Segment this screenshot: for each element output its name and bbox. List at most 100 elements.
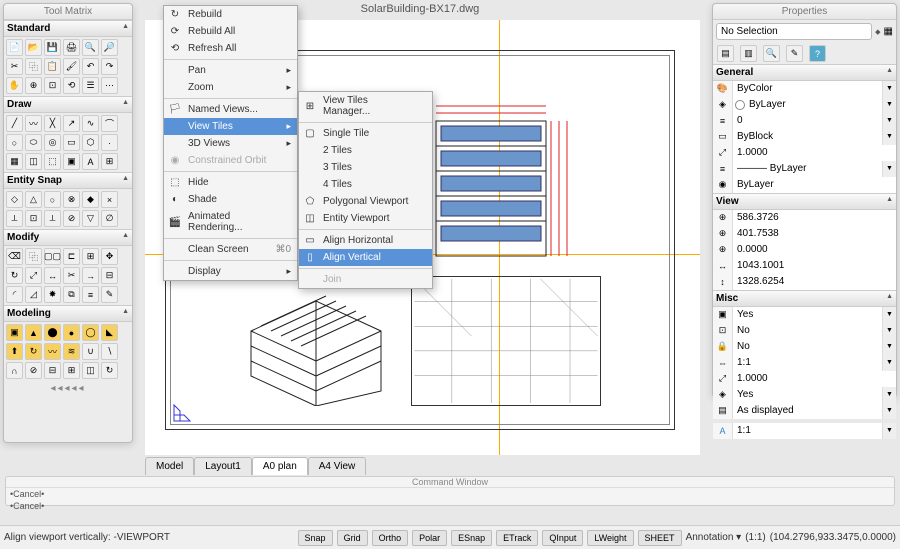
chamfer-icon[interactable]: ◿ [25, 286, 42, 303]
pan-icon[interactable]: ✋ [6, 77, 23, 94]
prop-btn-3[interactable]: 🔍 [763, 45, 780, 62]
block-icon[interactable]: ▣ [63, 153, 80, 170]
snap-end-icon[interactable]: ◇ [6, 191, 23, 208]
prop-level[interactable]: 0 [733, 113, 882, 129]
pline-icon[interactable]: 〰 [25, 115, 42, 132]
prop-btn-4[interactable]: ✎ [786, 45, 803, 62]
chevron-down-icon[interactable]: ▼ [882, 129, 896, 145]
edit-icon[interactable]: ✎ [101, 286, 118, 303]
prop-v2[interactable]: 401.7538 [733, 226, 896, 242]
prop-layer[interactable]: ByLayer [733, 97, 882, 113]
snap-none-icon[interactable]: ∅ [101, 210, 118, 227]
menu-pan[interactable]: Pan▸ [164, 62, 297, 79]
menu-single-tile[interactable]: ▢Single Tile [299, 125, 432, 142]
chevron-down-icon[interactable]: ▼ [882, 323, 896, 339]
paste-icon[interactable]: 📋 [44, 58, 61, 75]
point-icon[interactable]: · [101, 134, 118, 151]
trim-icon[interactable]: ✂ [63, 267, 80, 284]
save-icon[interactable]: 💾 [44, 39, 61, 56]
menu-poly-viewport[interactable]: ⬠Polygonal Viewport [299, 193, 432, 210]
selection-combo[interactable]: No Selection [716, 23, 872, 40]
subtract-icon[interactable]: ∖ [101, 343, 118, 360]
menu-3d-views[interactable]: 3D Views▸ [164, 135, 297, 152]
spline-icon[interactable]: ∿ [82, 115, 99, 132]
prop-pstyle[interactable]: ByLayer [733, 177, 896, 193]
section-standard[interactable]: Standard▲ [4, 20, 132, 37]
sb-snap[interactable]: Snap [298, 530, 333, 546]
prop-v4[interactable]: 1043.1001 [733, 258, 896, 274]
prop-color[interactable]: ByColor [733, 81, 882, 97]
wedge-icon[interactable]: ◣ [101, 324, 118, 341]
prop-btn-2[interactable]: ▥ [740, 45, 757, 62]
rotate-icon[interactable]: ↻ [6, 267, 23, 284]
section-draw[interactable]: Draw▲ [4, 96, 132, 113]
menu-4-tiles[interactable]: 4 Tiles [299, 176, 432, 193]
zoom-prev-icon[interactable]: ⟲ [63, 77, 80, 94]
table-icon[interactable]: ⊞ [101, 153, 118, 170]
torus-icon[interactable]: ◯ [82, 324, 99, 341]
menu-clean-screen[interactable]: Clean Screen⌘0 [164, 241, 297, 258]
menu-display[interactable]: Display▸ [164, 263, 297, 280]
sb-ortho[interactable]: Ortho [372, 530, 409, 546]
find-icon[interactable]: 🔎 [101, 39, 118, 56]
menu-hide[interactable]: ⬚Hide [164, 174, 297, 191]
prop-m8[interactable]: 1:1 [733, 423, 882, 439]
command-window[interactable]: Command Window •Cancel• •Cancel• [5, 476, 895, 506]
zoom-ext-icon[interactable]: ⊕ [25, 77, 42, 94]
menu-anim-render[interactable]: 🎬Animated Rendering... [164, 208, 297, 236]
menu-2-tiles[interactable]: 2 Tiles [299, 142, 432, 159]
sb-grid[interactable]: Grid [337, 530, 368, 546]
tab-a4-view[interactable]: A4 View [308, 457, 367, 475]
extrude-icon[interactable]: ⬆ [6, 343, 23, 360]
section-modeling[interactable]: Modeling▲ [4, 305, 132, 322]
rect-icon[interactable]: ▭ [63, 134, 80, 151]
sb-sheet[interactable]: SHEET [638, 530, 682, 546]
fillet-icon[interactable]: ◜ [6, 286, 23, 303]
xline-icon[interactable]: ╳ [44, 115, 61, 132]
prop-m7[interactable]: As displayed [733, 403, 882, 419]
boundary-icon[interactable]: ⬚ [44, 153, 61, 170]
snap-tan-icon[interactable]: ⊘ [63, 210, 80, 227]
text-icon[interactable]: A [82, 153, 99, 170]
menu-zoom[interactable]: Zoom▸ [164, 79, 297, 96]
snap-quad-icon[interactable]: ◆ [82, 191, 99, 208]
chevron-down-icon[interactable]: ▼ [882, 113, 896, 129]
chevron-down-icon[interactable]: ▼ [882, 355, 896, 371]
prop-v5[interactable]: 1328.6254 [733, 274, 896, 290]
chevron-down-icon[interactable]: ▼ [882, 81, 896, 97]
copy2-icon[interactable]: ⿻ [25, 248, 42, 265]
chevron-down-icon[interactable]: ▼ [882, 97, 896, 113]
chevron-down-icon[interactable]: ▼ [882, 403, 896, 419]
prop-m6[interactable]: Yes [733, 387, 882, 403]
revolve-icon[interactable]: ↻ [25, 343, 42, 360]
section-icon[interactable]: ⊟ [44, 362, 61, 379]
props-icon[interactable]: ☰ [82, 77, 99, 94]
cyl-icon[interactable]: ⬤ [44, 324, 61, 341]
sb-etrack[interactable]: ETrack [496, 530, 538, 546]
box-icon[interactable]: ▣ [6, 324, 23, 341]
chevron-down-icon[interactable]: ▼ [882, 161, 896, 177]
circle-icon[interactable]: ○ [6, 134, 23, 151]
sb-esnap[interactable]: ESnap [451, 530, 492, 546]
align-icon[interactable]: ≡ [82, 286, 99, 303]
tab-layout1[interactable]: Layout1 [194, 457, 252, 475]
snap-ext-icon[interactable]: ⟂ [6, 210, 23, 227]
prop-v1[interactable]: 586.3726 [733, 210, 896, 226]
intersect-icon[interactable]: ∩ [6, 362, 23, 379]
chevron-down-icon[interactable]: ▼ [882, 387, 896, 403]
help-icon[interactable]: ? [809, 45, 826, 62]
menu-3-tiles[interactable]: 3 Tiles [299, 159, 432, 176]
cone-icon[interactable]: ▲ [25, 324, 42, 341]
explode-icon[interactable]: ✸ [44, 286, 61, 303]
snap-near-icon[interactable]: ▽ [82, 210, 99, 227]
more-icon[interactable]: ⋯ [101, 77, 118, 94]
orbit-icon[interactable]: ↻ [101, 362, 118, 379]
ray-icon[interactable]: ↗ [63, 115, 80, 132]
open-icon[interactable]: 📂 [25, 39, 42, 56]
menu-view-tiles[interactable]: View Tiles▸ [164, 118, 297, 135]
donut-icon[interactable]: ◎ [44, 134, 61, 151]
props-misc-head[interactable]: Misc▲ [713, 290, 896, 307]
prop-m2[interactable]: No [733, 323, 882, 339]
menu-rebuild[interactable]: ↻Rebuild [164, 6, 297, 23]
slice-icon[interactable]: ⊘ [25, 362, 42, 379]
